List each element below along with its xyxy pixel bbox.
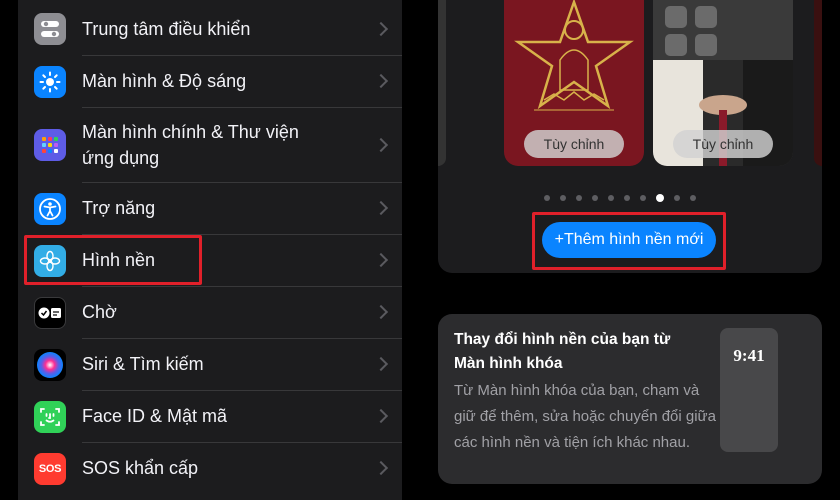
- sos-icon: SOS: [34, 452, 66, 485]
- settings-item-siri-search[interactable]: Siri & Tìm kiếm: [18, 339, 402, 390]
- page-indicator[interactable]: [544, 194, 696, 202]
- settings-item-face-id[interactable]: Face ID & Mật mã: [18, 391, 402, 442]
- wallpaper-preview-1[interactable]: Tùy chỉnh: [504, 0, 644, 166]
- brightness-icon: [34, 65, 66, 98]
- wallpaper-preview-partial[interactable]: [814, 0, 822, 166]
- page-dot-active[interactable]: [656, 194, 664, 202]
- page-dot[interactable]: [608, 195, 614, 201]
- chevron-right-icon: [373, 304, 389, 320]
- chevron-right-icon: [373, 252, 389, 268]
- page-dot[interactable]: [544, 195, 550, 201]
- lock-screen-tip-card: Thay đổi hình nền của bạn từ Màn hình kh…: [438, 314, 822, 484]
- highlight-box-add-wallpaper: [532, 212, 726, 270]
- settings-item-label: Trung tâm điều khiển: [82, 19, 251, 39]
- settings-item-label: Trợ năng: [82, 198, 156, 218]
- chevron-right-icon: [373, 73, 389, 89]
- chevron-right-icon: [373, 460, 389, 476]
- page-dot[interactable]: [640, 195, 646, 201]
- highlight-box-wallpaper: [24, 235, 202, 285]
- settings-panel: Trung tâm điều khiển Màn hình & Độ sáng: [0, 0, 420, 500]
- settings-item-label: Chờ: [82, 302, 117, 322]
- tip-title: Thay đổi hình nền của bạn từ Màn hình kh…: [454, 331, 671, 372]
- settings-item-accessibility[interactable]: Trợ năng: [18, 183, 402, 234]
- page-dot[interactable]: [624, 195, 630, 201]
- page-dot[interactable]: [674, 195, 680, 201]
- chevron-right-icon: [373, 21, 389, 37]
- face-id-icon: [34, 400, 66, 433]
- tip-body: Từ Màn hình khóa của bạn, chạm và giữ để…: [454, 382, 716, 451]
- page-dot[interactable]: [560, 195, 566, 201]
- wallpaper-preview-2[interactable]: Tùy chỉnh: [653, 0, 793, 166]
- settings-item-display-brightness[interactable]: Màn hình & Độ sáng: [18, 56, 402, 107]
- lock-screen-preview: 9:41: [720, 328, 778, 452]
- settings-item-label-line1: Màn hình chính & Thư viện: [82, 122, 299, 142]
- chevron-right-icon: [373, 200, 389, 216]
- wallpaper-preview-partial[interactable]: [438, 0, 446, 166]
- settings-item-label: SOS khẩn cấp: [82, 458, 199, 478]
- settings-item-label: Màn hình & Độ sáng: [82, 71, 247, 91]
- settings-item-home-screen[interactable]: Màn hình chính & Thư viện ứng dụng: [18, 108, 402, 182]
- siri-icon: [34, 348, 66, 381]
- page-dot[interactable]: [690, 195, 696, 201]
- sos-icon-text: SOS: [38, 462, 62, 475]
- page-dot[interactable]: [592, 195, 598, 201]
- customize-button-1[interactable]: Tùy chỉnh: [524, 130, 624, 158]
- page-dot[interactable]: [576, 195, 582, 201]
- settings-item-label: Face ID & Mật mã: [82, 406, 228, 426]
- accessibility-icon: [34, 192, 66, 225]
- customize-button-2[interactable]: Tùy chỉnh: [673, 130, 773, 158]
- settings-item-label: Siri & Tìm kiếm: [82, 354, 204, 374]
- standby-icon: [34, 296, 66, 329]
- chevron-right-icon: [373, 356, 389, 372]
- home-screen-icon: [34, 129, 66, 161]
- lock-screen-time: 9:41: [733, 346, 765, 365]
- settings-item-standby[interactable]: Chờ: [18, 287, 402, 338]
- wallpaper-panel: Tùy chỉnh Tùy chỉnh +Thêm hình nền mới T…: [420, 0, 840, 500]
- settings-item-emergency-sos[interactable]: SOS SOS khẩn cấp: [18, 443, 402, 494]
- control-center-icon: [34, 13, 66, 45]
- chevron-right-icon: [373, 137, 389, 153]
- chevron-right-icon: [373, 408, 389, 424]
- settings-item-control-center[interactable]: Trung tâm điều khiển: [18, 4, 402, 54]
- settings-item-label-line2: ứng dụng: [82, 148, 160, 168]
